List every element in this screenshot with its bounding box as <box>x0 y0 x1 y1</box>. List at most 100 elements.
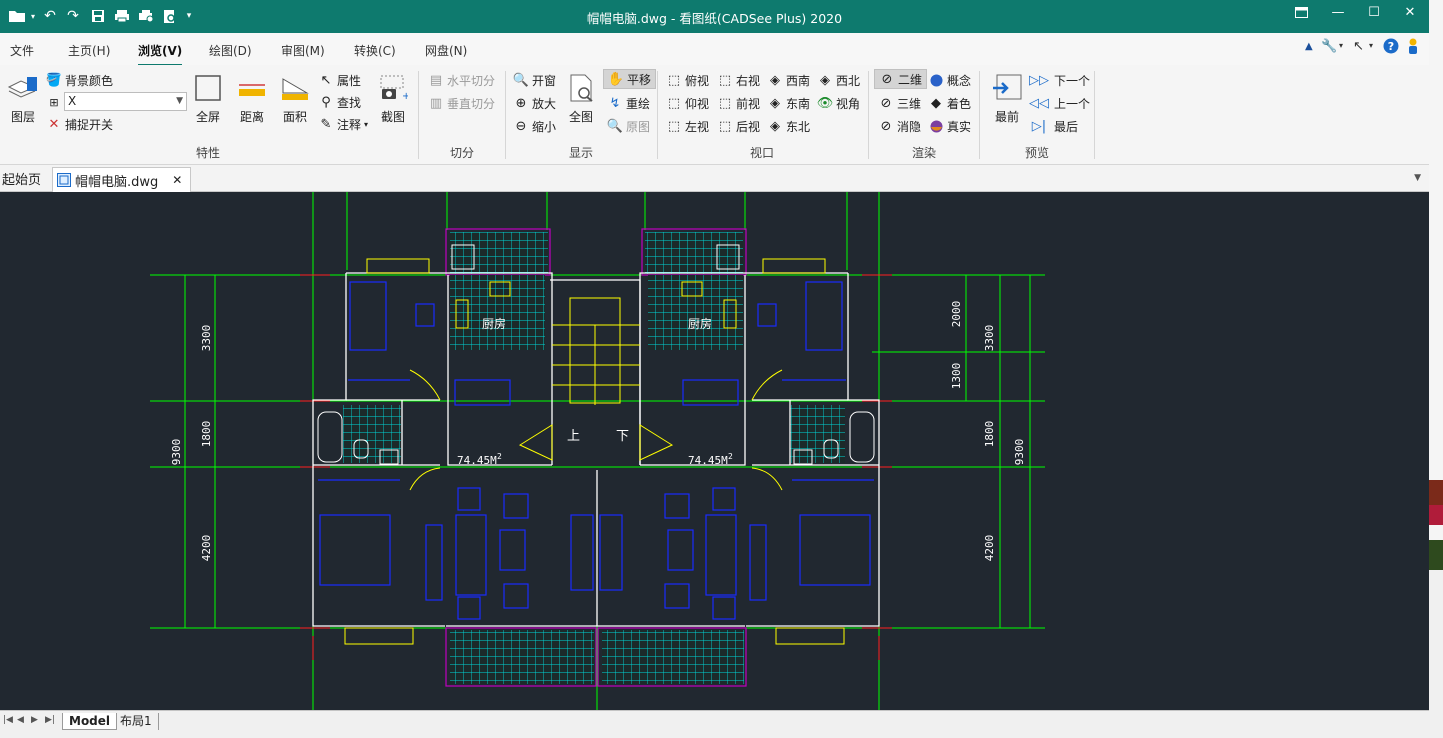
print-preview-icon[interactable] <box>160 6 180 26</box>
render-concept-button[interactable]: 概念 <box>928 70 971 90</box>
help-icon[interactable]: ? <box>1383 38 1399 58</box>
view-northwest-button[interactable]: ◈ 西北 <box>817 70 860 90</box>
layer-combo-icon: ⊞ <box>46 92 65 112</box>
layer-combobox[interactable]: X ▼ <box>64 92 187 111</box>
group-divider <box>505 71 506 159</box>
layout-tab-model[interactable]: Model <box>62 713 118 730</box>
open-window-button[interactable]: 🔍 开窗 <box>513 70 556 90</box>
horizontal-split-icon: ▤ <box>429 72 443 88</box>
next-layout-icon[interactable]: ▶ <box>31 715 38 725</box>
view-northeast-button[interactable]: ◈ 东北 <box>767 116 810 136</box>
close-tab-icon[interactable]: ✕ <box>172 173 182 187</box>
view-top-button[interactable]: ⬚ 俯视 <box>666 70 709 90</box>
more-icon[interactable]: ▾ <box>183 6 195 26</box>
preview-next-button[interactable]: ▷▷ 下一个 <box>1029 70 1090 90</box>
attributes-button[interactable]: ↖ 属性 <box>318 70 361 90</box>
menu-cloud[interactable]: 网盘(N) <box>425 42 467 59</box>
dim-right-4200: 4200 <box>983 535 996 562</box>
redo-icon[interactable]: ↷ <box>63 6 83 26</box>
layout-tab-layout1[interactable]: 布局1 <box>114 713 159 730</box>
area-superscript-left: 2 <box>497 452 502 461</box>
redraw-icon: ↯ <box>609 95 621 111</box>
undo-icon[interactable]: ↶ <box>40 6 60 26</box>
preview-prev-button[interactable]: ◁◁ 上一个 <box>1029 93 1090 113</box>
menu-home[interactable]: 主页(H) <box>68 42 110 59</box>
collapse-ribbon-icon[interactable]: ▲ <box>1305 41 1313 52</box>
menu-review[interactable]: 审图(M) <box>281 42 325 59</box>
preview-first-button[interactable]: 最前 <box>990 71 1024 125</box>
redraw-button[interactable]: ↯ 重绘 <box>607 93 650 113</box>
stair-down-label: 下 <box>616 429 629 444</box>
screenshot-button[interactable]: + 截图 <box>376 71 410 125</box>
zoom-window-icon: 🔍 <box>512 72 530 88</box>
tab-list-dropdown-icon[interactable]: ▼ <box>1414 173 1421 183</box>
iso-cube-icon: ◈ <box>820 72 830 88</box>
dim-left-4200: 4200 <box>200 535 213 562</box>
snap-toggle-button[interactable]: ✕ 捕捉开关 <box>46 114 113 134</box>
tab-drawing-file[interactable]: 帽帽电脑.dwg ✕ <box>52 167 192 192</box>
render-realistic-button[interactable]: 真实 <box>928 116 971 136</box>
tools-icon[interactable]: 🔧 <box>1321 39 1337 54</box>
menu-convert[interactable]: 转换(C) <box>354 42 396 59</box>
original-view-button[interactable]: 🔍 原图 <box>607 116 650 136</box>
area-button[interactable]: 面积 <box>278 71 312 125</box>
render-2d-button[interactable]: ⊘ 二维 <box>874 69 928 89</box>
prev-layout-icon[interactable]: ◀ <box>17 715 24 725</box>
view-southeast-button[interactable]: ◈ 东南 <box>767 93 810 113</box>
fullscreen-button[interactable]: 全屏 <box>191 71 225 125</box>
last-layout-icon[interactable]: ▶| <box>45 715 55 725</box>
3d-render-icon: ⊘ <box>880 95 892 111</box>
open-folder-icon[interactable] <box>6 6 28 26</box>
save-icon[interactable] <box>88 6 108 26</box>
zoom-out-button[interactable]: ⊖ 缩小 <box>513 116 556 136</box>
close-icon[interactable]: ✕ <box>1392 0 1428 24</box>
render-hidden-button[interactable]: ⊘ 消隐 <box>878 116 921 136</box>
iso-cube-icon: ◈ <box>770 118 780 134</box>
menu-draw[interactable]: 绘图(D) <box>209 42 252 59</box>
dropdown-arrow-icon[interactable]: ▾ <box>1369 41 1373 50</box>
menu-file[interactable]: 文件 <box>10 42 34 59</box>
full-view-button[interactable]: 全图 <box>564 71 598 125</box>
dropdown-arrow-icon[interactable]: ▾ <box>1339 41 1343 50</box>
user-icon[interactable] <box>1407 38 1419 59</box>
pointer-icon[interactable]: ↖ <box>1353 39 1364 54</box>
preview-last-button[interactable]: ▷| 最后 <box>1031 116 1078 136</box>
maximize-icon[interactable]: ☐ <box>1356 0 1392 24</box>
view-right-button[interactable]: ⬚ 右视 <box>717 70 760 90</box>
ruler-icon <box>235 71 269 105</box>
print-icon[interactable] <box>112 6 132 26</box>
view-back-button[interactable]: ⬚ 后视 <box>717 116 760 136</box>
horizontal-split-button[interactable]: ▤ 水平切分 <box>428 70 495 90</box>
zoom-in-button[interactable]: ⊕ 放大 <box>513 93 556 113</box>
view-left-button[interactable]: ⬚ 左视 <box>666 116 709 136</box>
minimize-icon[interactable]: — <box>1320 0 1356 24</box>
find-button[interactable]: ⚲ 查找 <box>318 92 361 112</box>
dim-right-3300: 3300 <box>983 325 996 352</box>
dwg-file-icon <box>57 173 71 187</box>
view-bottom-button[interactable]: ⬚ 仰视 <box>666 93 709 113</box>
cube-icon: ⬚ <box>667 95 681 111</box>
render-shaded-button[interactable]: ◆ 着色 <box>928 93 971 113</box>
view-southwest-button[interactable]: ◈ 西南 <box>767 70 810 90</box>
tab-start-page[interactable]: 起始页 <box>2 165 41 192</box>
drawing-canvas[interactable]: 厨房 厨房 74.45M 2 74.45M 2 上 下 3300 1800 42… <box>0 192 1429 710</box>
batch-print-icon[interactable] <box>136 6 156 26</box>
distance-button[interactable]: 距离 <box>235 71 269 125</box>
annotate-button[interactable]: ✎ 注释 ▾ <box>318 114 368 134</box>
menu-browse[interactable]: 浏览(V) <box>138 42 183 66</box>
layer-button[interactable]: 图层 <box>6 71 40 125</box>
dropdown-arrow-icon[interactable]: ▾ <box>28 6 38 26</box>
vertical-split-button[interactable]: ▥ 垂直切分 <box>428 93 495 113</box>
double-chevron-right-icon: ▷▷ <box>1029 72 1049 88</box>
dim-right-2000: 2000 <box>950 301 963 328</box>
ribbon-display-icon[interactable] <box>1283 0 1319 24</box>
app-window: ▾ ↶ ↷ ▾ 帽帽电脑.dwg - 看图纸(CADSee Plus) 2020… <box>0 0 1429 738</box>
svg-text:?: ? <box>1388 40 1394 53</box>
render-3d-button[interactable]: ⊘ 三维 <box>878 93 921 113</box>
pan-button[interactable]: ✋ 平移 <box>603 69 657 89</box>
background-color-button[interactable]: 🪣 背景颜色 <box>46 70 113 90</box>
first-layout-icon[interactable]: |◀ <box>3 715 13 725</box>
group-divider <box>418 71 419 159</box>
view-angle-button[interactable]: 👁 视角 <box>817 93 860 113</box>
view-front-button[interactable]: ⬚ 前视 <box>717 93 760 113</box>
